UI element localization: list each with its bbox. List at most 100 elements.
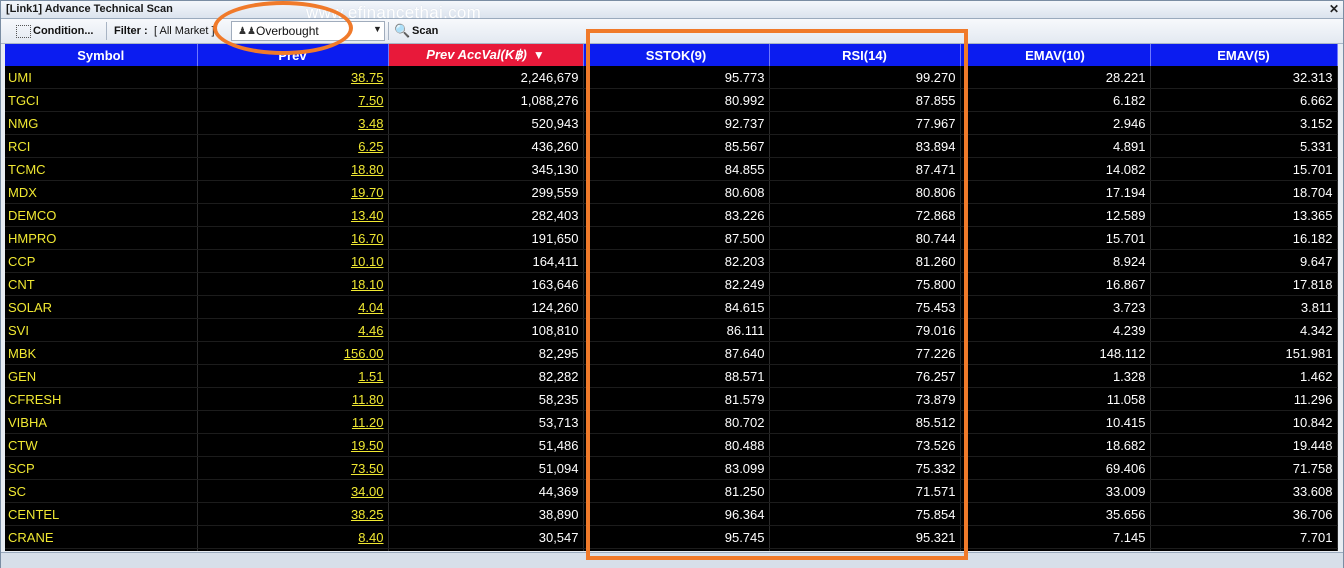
close-button[interactable]: ✕ [1327, 2, 1341, 16]
cell-prev[interactable]: 34.00 [197, 479, 389, 503]
scan-type-select[interactable]: ♟♟ Overbought ▼ [231, 21, 385, 41]
cell-prev[interactable]: 10.10 [197, 249, 389, 273]
cell-emav-10: 12.589 [960, 203, 1151, 227]
table-row[interactable]: CTW 19.50 51,486 80.488 73.526 18.682 19.448 [5, 433, 1338, 457]
table-row[interactable]: DEMCO 13.40 282,403 83.226 72.868 12.589 13.36… [5, 203, 1338, 227]
cell-emav-5: 6.662 [1150, 88, 1338, 112]
column-header-emav-10[interactable]: EMAV(10) [960, 44, 1151, 66]
table-row[interactable]: SCP 73.50 51,094 83.099 75.332 69.406 71.758 [5, 456, 1338, 480]
cell-prev[interactable]: 4.46 [197, 318, 389, 342]
cell-symbol[interactable]: CRANE [5, 525, 198, 549]
table-row[interactable]: SVI 4.46 108,810 86.111 79.016 4.239 4.342 [5, 318, 1338, 342]
column-header-rsi[interactable]: RSI(14) [769, 44, 961, 66]
cell-symbol[interactable]: CENTEL [5, 502, 198, 526]
cell-sstok: 83.099 [583, 456, 770, 480]
column-header-prev[interactable]: Prev [197, 44, 389, 66]
cell-prev[interactable]: 3.48 [197, 111, 389, 135]
cell-prev[interactable]: 4.04 [197, 295, 389, 319]
cell-symbol[interactable]: CCP [5, 249, 198, 273]
scan-button[interactable]: 🔍 Scan [394, 22, 438, 40]
table-row[interactable]: NMG 3.48 520,943 92.737 77.967 2.946 3.152 [5, 111, 1338, 135]
cell-symbol[interactable]: RCI [5, 134, 198, 158]
condition-button[interactable]: Condition... [15, 22, 93, 40]
cell-prev[interactable]: 19.70 [197, 180, 389, 204]
cell-symbol[interactable]: HMPRO [5, 226, 198, 250]
cell-symbol[interactable]: NMG [5, 111, 198, 135]
title-bar[interactable]: [Link1] Advance Technical Scan www.efina… [1, 1, 1343, 22]
cell-rsi: 75.332 [769, 456, 961, 480]
table-row[interactable]: RCI 6.25 436,260 85.567 83.894 4.891 5.331 [5, 134, 1338, 158]
cell-symbol[interactable]: SOLAR [5, 295, 198, 319]
filter-market-dropdown[interactable]: [ All Market ] [154, 22, 215, 40]
table-row[interactable]: MBK 156.00 82,295 87.640 77.226 148.112 151.98… [5, 341, 1338, 365]
chevron-down-icon[interactable]: ▼ [373, 24, 382, 34]
cell-symbol[interactable]: CFRESH [5, 387, 198, 411]
table-row[interactable]: HMPRO 16.70 191,650 87.500 80.744 15.701 16.18… [5, 226, 1338, 250]
cell-emav-5: 10.842 [1150, 410, 1338, 434]
table-row[interactable]: CCP 10.10 164,411 82.203 81.260 8.924 9.647 [5, 249, 1338, 273]
cell-symbol[interactable]: CNT [5, 272, 198, 296]
cell-prev[interactable]: 6.25 [197, 134, 389, 158]
cell-prev[interactable]: 38.75 [197, 66, 389, 89]
cell-prev[interactable]: 11.80 [197, 387, 389, 411]
cell-prev[interactable]: 11.20 [197, 410, 389, 434]
cell-prev[interactable]: 18.80 [197, 157, 389, 181]
cell-emav-10: 8.924 [960, 249, 1151, 273]
toolbar-divider [106, 22, 107, 40]
cell-prev[interactable]: 73.50 [197, 456, 389, 480]
cell-symbol[interactable]: CTW [5, 433, 198, 457]
cell-prev[interactable]: 18.10 [197, 272, 389, 296]
column-header-emav-5[interactable]: EMAV(5) [1150, 44, 1338, 66]
cell-prev[interactable]: 19.50 [197, 433, 389, 457]
cell-emav-5: 5.331 [1150, 134, 1338, 158]
table-row[interactable]: TGCI 7.50 1,088,276 80.992 87.855 6.182 6.662 [5, 88, 1338, 112]
cell-prev[interactable]: 38.25 [197, 502, 389, 526]
cell-symbol[interactable]: DEMCO [5, 203, 198, 227]
cell-prev[interactable]: 13.40 [197, 203, 389, 227]
empty-cell [5, 548, 198, 551]
cell-symbol[interactable]: MDX [5, 180, 198, 204]
table-row[interactable]: UMI 38.75 2,246,679 95.773 99.270 28.221 32.31… [5, 66, 1338, 89]
horizontal-scrollbar[interactable] [1, 552, 1343, 568]
cell-sstok: 95.773 [583, 66, 770, 89]
cell-rsi: 87.471 [769, 157, 961, 181]
cell-symbol[interactable]: TGCI [5, 88, 198, 112]
cell-symbol[interactable]: SCP [5, 456, 198, 480]
cell-prev-accval: 108,810 [388, 318, 584, 342]
cell-prev[interactable]: 156.00 [197, 341, 389, 365]
table-row[interactable]: VIBHA 11.20 53,713 80.702 85.512 10.415 10.842 [5, 410, 1338, 434]
cell-symbol[interactable]: VIBHA [5, 410, 198, 434]
table-row[interactable]: CNT 18.10 163,646 82.249 75.800 16.867 17.818 [5, 272, 1338, 296]
dotted-grid-icon [16, 25, 31, 38]
table-row[interactable]: MDX 19.70 299,559 80.608 80.806 17.194 18.704 [5, 180, 1338, 204]
cell-prev-accval: 44,369 [388, 479, 584, 503]
cell-emav-5: 7.701 [1150, 525, 1338, 549]
table-row[interactable]: SOLAR 4.04 124,260 84.615 75.453 3.723 3.811 [5, 295, 1338, 319]
cell-symbol[interactable]: UMI [5, 66, 198, 89]
column-header-prev-accval-label: Prev AccVal(K฿) [426, 47, 527, 62]
cell-symbol[interactable]: TCMC [5, 157, 198, 181]
cell-symbol[interactable]: SVI [5, 318, 198, 342]
cell-symbol[interactable]: SC [5, 479, 198, 503]
cell-prev-accval: 82,295 [388, 341, 584, 365]
cell-emav-5: 13.365 [1150, 203, 1338, 227]
cell-prev[interactable]: 7.50 [197, 88, 389, 112]
cell-symbol[interactable]: GEN [5, 364, 198, 388]
cell-prev-accval: 2,246,679 [388, 66, 584, 89]
cell-prev[interactable]: 16.70 [197, 226, 389, 250]
cell-prev[interactable]: 8.40 [197, 525, 389, 549]
cell-emav-5: 9.647 [1150, 249, 1338, 273]
table-row[interactable]: CRANE 8.40 30,547 95.745 95.321 7.145 7.701 [5, 525, 1338, 549]
table-row[interactable]: CENTEL 38.25 38,890 96.364 75.854 35.656 36.70… [5, 502, 1338, 526]
table-row[interactable]: GEN 1.51 82,282 88.571 76.257 1.328 1.462 [5, 364, 1338, 388]
cell-symbol[interactable]: MBK [5, 341, 198, 365]
cell-emav-5: 4.342 [1150, 318, 1338, 342]
table-row[interactable]: TCMC 18.80 345,130 84.855 87.471 14.082 15.701 [5, 157, 1338, 181]
cell-prev-accval: 299,559 [388, 180, 584, 204]
cell-prev[interactable]: 1.51 [197, 364, 389, 388]
column-header-prev-accval[interactable]: Prev AccVal(K฿) ▼ [388, 44, 584, 66]
column-header-symbol[interactable]: Symbol [5, 44, 198, 66]
table-row[interactable]: SC 34.00 44,369 81.250 71.571 33.009 33.608 [5, 479, 1338, 503]
column-header-sstok[interactable]: SSTOK(9) [583, 44, 770, 66]
table-row[interactable]: CFRESH 11.80 58,235 81.579 73.879 11.058 11.29… [5, 387, 1338, 411]
